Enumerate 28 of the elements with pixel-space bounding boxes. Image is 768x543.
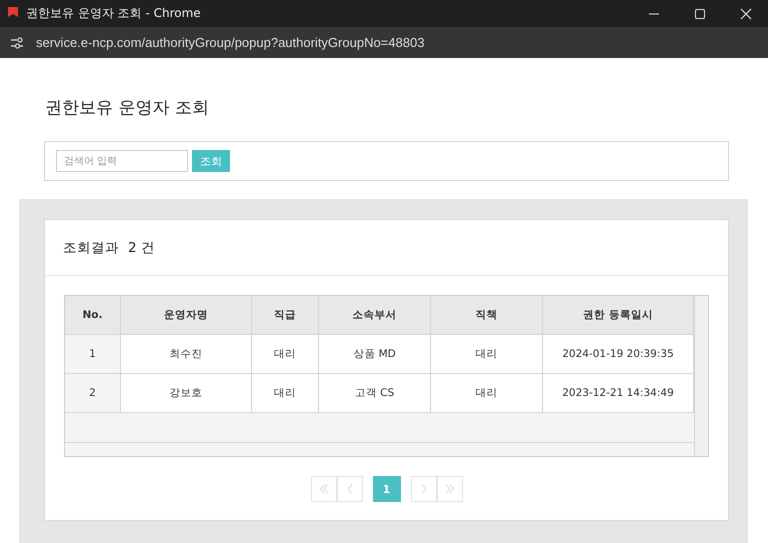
table-cell: 2	[65, 374, 121, 412]
column-header: 직급	[252, 296, 319, 334]
window-title: 권한보유 운영자 조회 - Chrome	[26, 5, 202, 22]
page-button[interactable]: 1	[372, 476, 400, 502]
result-label: 조회결과	[63, 238, 119, 256]
scrollbar[interactable]	[694, 296, 708, 456]
table-cell: 대리	[431, 335, 543, 373]
table-cell: 대리	[252, 374, 319, 412]
table-cell: 최수진	[121, 335, 252, 373]
site-settings-icon[interactable]	[10, 36, 24, 48]
table-cell: 고객 CS	[319, 374, 431, 412]
table-cell: 대리	[431, 374, 543, 412]
column-header: 소속부서	[319, 296, 431, 334]
column-header: 운영자명	[121, 296, 252, 334]
close-icon[interactable]	[740, 8, 752, 20]
search-button[interactable]: 조회	[192, 150, 230, 172]
table-cell: 1	[65, 335, 121, 373]
column-header: 권한 등록일시	[543, 296, 694, 334]
scrollbar[interactable]	[65, 443, 694, 456]
search-field[interactable]: 검색어 입력	[56, 150, 188, 172]
table-cell: 강보호	[121, 374, 252, 412]
page-title: 권한보유 운영자 조회	[45, 97, 210, 119]
table-cell: 대리	[252, 335, 319, 373]
table-cell: 상품 MD	[319, 335, 431, 373]
result-count: 2 건	[128, 238, 155, 256]
column-header: 직책	[431, 296, 543, 334]
maximize-icon[interactable]	[694, 8, 706, 20]
column-header: No.	[65, 296, 121, 334]
